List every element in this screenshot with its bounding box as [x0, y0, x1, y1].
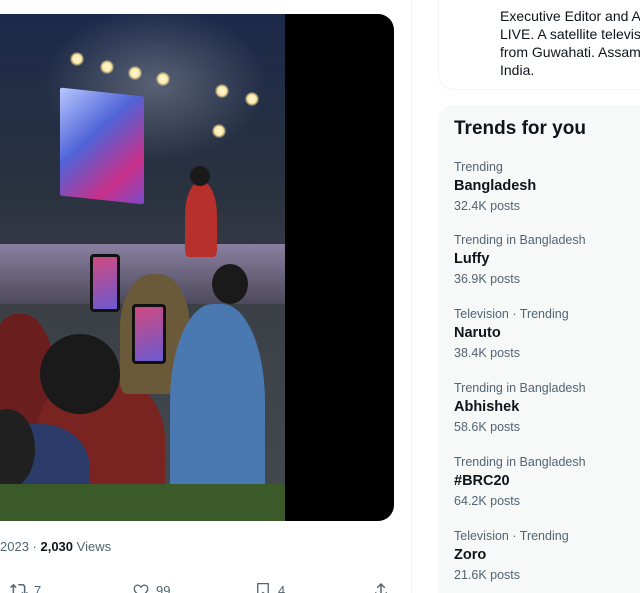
retweet-icon	[10, 583, 28, 593]
trend-context: Trending	[454, 160, 503, 174]
trend-item[interactable]: Television · Trending Naruto 38.4K posts	[438, 307, 640, 381]
stage-light	[70, 52, 84, 66]
performer-head	[190, 166, 210, 186]
stage-light	[156, 72, 170, 86]
phone	[132, 304, 166, 364]
views-count: 2,030	[40, 539, 74, 554]
trend-item[interactable]: Trending Bangladesh 32.4K posts	[438, 160, 640, 234]
trend-name: Bangladesh	[454, 178, 537, 194]
tweet-actions: 7 99 4	[0, 581, 412, 593]
trend-post-count: 58.6K posts	[454, 420, 521, 434]
trend-post-count: 36.9K posts	[454, 272, 521, 286]
like-button[interactable]: 99	[132, 581, 170, 593]
stage-light	[212, 124, 226, 138]
meta-separator: ·	[28, 539, 41, 554]
trend-context: Television · Trending	[454, 529, 569, 543]
bookmark-icon	[257, 582, 269, 593]
trend-context: Trending in Bangladesh	[454, 381, 586, 395]
tweet-detail: 2023 · 2,030 Views 7 99 4	[0, 0, 412, 593]
performer	[185, 182, 217, 257]
field-grass	[0, 484, 285, 521]
bookmark-button[interactable]: 4	[254, 581, 285, 593]
heart-icon	[133, 584, 149, 593]
trend-item[interactable]: Trending in Bangladesh #BRC20 64.2K post…	[438, 455, 640, 529]
like-count: 99	[156, 582, 171, 593]
phone	[90, 254, 120, 312]
stage-light	[128, 66, 142, 80]
trend-post-count: 32.4K posts	[454, 199, 521, 213]
share-icon	[375, 582, 387, 593]
tweet-video[interactable]	[0, 14, 394, 521]
trend-post-count: 64.2K posts	[454, 494, 521, 508]
trend-name: Naruto	[454, 325, 501, 341]
crowd-head	[40, 334, 120, 414]
trend-post-count: 38.4K posts	[454, 346, 521, 360]
profile-bio: Executive Editor and A LIVE. A satellite…	[500, 8, 640, 78]
stage-light	[100, 60, 114, 74]
trend-name: Zoro	[454, 547, 487, 563]
share-button[interactable]	[372, 581, 390, 593]
trend-post-count: 21.6K posts	[454, 568, 521, 582]
trend-name: Luffy	[454, 251, 490, 267]
crowd-head	[212, 264, 248, 304]
trend-item[interactable]: Trending in Bangladesh Abhishek 58.6K po…	[438, 381, 640, 455]
tweet-meta: 2023 · 2,030 Views	[0, 539, 111, 554]
stage-light	[245, 92, 259, 106]
stage-screen	[60, 87, 144, 205]
trend-name: #BRC20	[454, 473, 510, 489]
trend-item[interactable]: Television · Trending Zoro 21.6K posts	[438, 529, 640, 593]
retweet-button[interactable]: 7	[10, 581, 41, 593]
column-divider	[411, 0, 412, 593]
retweet-count: 7	[34, 582, 42, 593]
trend-context: Television · Trending	[454, 307, 569, 321]
bookmark-count: 4	[278, 582, 286, 593]
tweet-date[interactable]: 2023	[0, 539, 29, 554]
trend-context: Trending in Bangladesh	[454, 455, 586, 469]
views-label: Views	[73, 539, 112, 554]
trends-title: Trends for you	[454, 118, 586, 139]
stage-light	[215, 84, 229, 98]
trend-item[interactable]: Trending in Bangladesh Luffy 36.9K posts	[438, 233, 640, 307]
trend-name: Abhishek	[454, 399, 520, 415]
concert-video-frame[interactable]	[0, 14, 285, 521]
trend-context: Trending in Bangladesh	[454, 233, 586, 247]
